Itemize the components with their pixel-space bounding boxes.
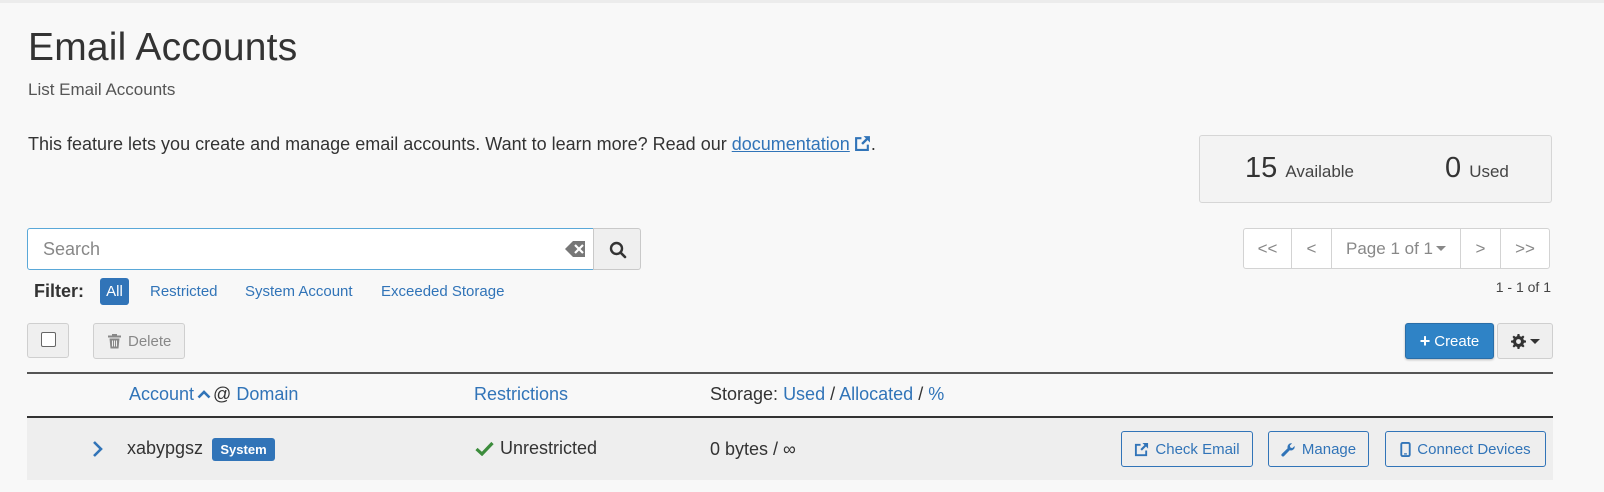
first-page-button[interactable]: << (1243, 228, 1292, 269)
restriction-status: Unrestricted (475, 438, 597, 459)
sort-used-link[interactable]: Used (783, 384, 825, 404)
sort-account-link[interactable]: Account (129, 384, 194, 404)
separator: / (918, 384, 924, 404)
available-label: Available (1285, 162, 1355, 181)
quota-stats-box: 15 Available 0 Used (1199, 135, 1552, 203)
next-page-button[interactable]: > (1460, 228, 1501, 269)
sort-restrictions-link[interactable]: Restrictions (474, 384, 568, 404)
mobile-icon (1400, 441, 1411, 457)
caret-down-icon (1529, 338, 1540, 344)
column-header-storage: Storage: Used / Allocated / % (710, 384, 944, 405)
documentation-link-label: documentation (731, 134, 850, 154)
chevron-right-icon[interactable] (91, 440, 105, 463)
settings-dropdown-button[interactable] (1497, 323, 1553, 359)
check-email-label: Check Email (1155, 440, 1240, 458)
used-label: Used (1469, 162, 1509, 181)
search-group (27, 228, 641, 270)
check-icon (475, 441, 494, 456)
chevron-up-icon (197, 390, 211, 399)
checkbox-box (41, 332, 56, 347)
manage-button[interactable]: Manage (1268, 431, 1369, 467)
search-input[interactable] (27, 228, 594, 270)
wrench-icon (1281, 442, 1295, 457)
delete-button[interactable]: Delete (93, 323, 185, 359)
results-range: 1 - 1 of 1 (1495, 279, 1551, 295)
table-top-rule (27, 372, 1553, 374)
page-title: Email Accounts (28, 26, 298, 69)
used-count: 0 (1445, 152, 1462, 184)
used-stat: 0 Used (1445, 152, 1509, 185)
delete-label: Delete (128, 332, 172, 350)
connect-devices-button[interactable]: Connect Devices (1385, 431, 1546, 467)
intro-text: This feature lets you create and manage … (28, 134, 876, 157)
create-label: Create (1434, 332, 1480, 350)
column-header-restrictions: Restrictions (474, 384, 568, 405)
intro-text-body: This feature lets you create and manage … (28, 134, 732, 154)
storage-value: 0 bytes / ∞ (710, 439, 796, 459)
column-header-account-domain: Account @ Domain (129, 384, 298, 405)
available-stat: 15 Available (1245, 152, 1354, 185)
separator: / (830, 384, 836, 404)
sort-allocated-link[interactable]: Allocated (839, 384, 913, 404)
page-select[interactable]: Page 1 of 1 (1331, 228, 1461, 269)
intro-text-end: . (870, 134, 876, 154)
storage-prefix: Storage: (710, 384, 779, 404)
manage-label: Manage (1301, 440, 1357, 458)
gear-icon (1510, 333, 1526, 349)
filter-label: Filter: (34, 281, 85, 301)
plus-icon: + (1419, 330, 1431, 351)
trash-icon (108, 333, 121, 348)
sort-domain-link[interactable]: Domain (236, 384, 298, 404)
create-button[interactable]: + Create (1405, 323, 1494, 359)
caret-down-icon (1435, 246, 1446, 251)
filter-restricted[interactable]: Restricted (150, 283, 218, 300)
external-link-icon (1135, 442, 1149, 456)
connect-devices-label: Connect Devices (1417, 440, 1531, 458)
check-email-button[interactable]: Check Email (1121, 431, 1253, 467)
system-badge: System (212, 438, 275, 461)
page-label: Page 1 of 1 (1346, 238, 1433, 258)
select-all-checkbox[interactable] (27, 323, 69, 358)
prev-page-button[interactable]: < (1291, 228, 1332, 269)
external-link-icon (854, 135, 871, 157)
filter-exceeded-storage[interactable]: Exceeded Storage (381, 283, 504, 300)
search-icon (609, 241, 627, 259)
filter-system-account[interactable]: System Account (245, 283, 353, 300)
account-name: xabypgsz (127, 438, 204, 458)
filter-all[interactable]: All (100, 278, 129, 305)
sort-percent-link[interactable]: % (928, 384, 944, 404)
at-sign: @ (213, 384, 232, 404)
pagination: << < Page 1 of 1 > >> (1243, 228, 1550, 269)
restriction-label: Unrestricted (500, 438, 598, 458)
search-button[interactable] (593, 228, 641, 270)
last-page-button[interactable]: >> (1500, 228, 1550, 269)
clear-search-icon[interactable] (563, 238, 587, 260)
available-count: 15 (1245, 152, 1278, 184)
top-border (0, 0, 1604, 3)
page-subtitle: List Email Accounts (28, 80, 176, 99)
documentation-link[interactable]: documentation (732, 134, 871, 154)
